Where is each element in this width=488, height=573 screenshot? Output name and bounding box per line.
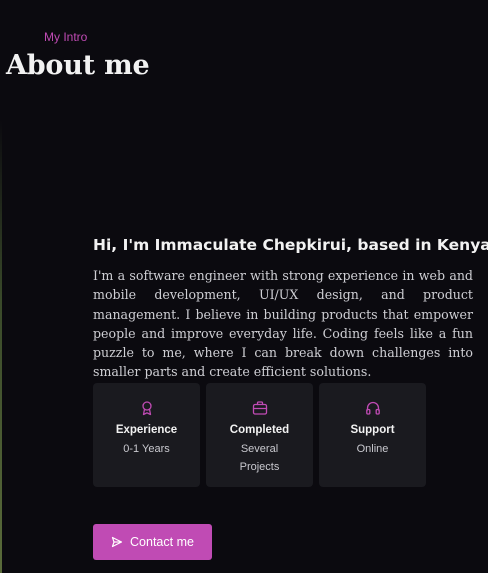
headset-icon: [365, 401, 380, 415]
award-icon: [141, 401, 152, 416]
info-cards: Experience 0-1 Years Completed Several P…: [93, 383, 426, 487]
section-kicker: My Intro: [44, 30, 88, 44]
completed-card: Completed Several Projects: [206, 383, 313, 487]
card-title: Completed: [229, 424, 290, 436]
contact-button[interactable]: Contact me: [93, 524, 212, 560]
about-section: My Intro About me Hi, I'm Immaculate Che…: [0, 0, 488, 573]
card-title: Experience: [115, 424, 178, 436]
contact-button-label: Contact me: [130, 535, 194, 549]
card-value: 0-1 Years: [123, 443, 170, 455]
page-title: About me: [6, 50, 150, 81]
card-value: Online: [356, 443, 389, 455]
support-card: Support Online: [319, 383, 426, 487]
send-icon: [111, 536, 123, 548]
briefcase-icon: [252, 401, 267, 415]
experience-card: Experience 0-1 Years: [93, 383, 200, 487]
card-title: Support: [350, 424, 395, 436]
intro-paragraph: I'm a software engineer with strong expe…: [93, 268, 473, 380]
intro-heading: Hi, I'm Immaculate Chepkirui, based in K…: [93, 236, 488, 254]
edge-divider: [0, 120, 2, 573]
card-value: Several Projects: [239, 443, 280, 473]
